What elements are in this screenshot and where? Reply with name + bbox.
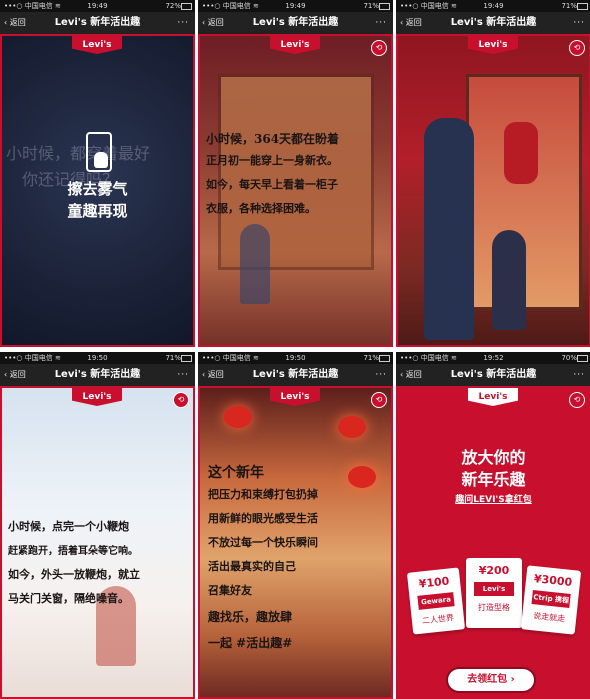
envelope-brand: Gewara	[417, 592, 455, 610]
page-title: Levi's 新年活出趣	[450, 369, 537, 380]
story-line: 赶紧跑开，捂着耳朵等它响。	[8, 546, 138, 557]
share-icon[interactable]: ⟲	[569, 40, 585, 56]
story-line: 小时候，点完一个小鞭炮	[8, 520, 129, 533]
page-title: Levi's 新年活出趣	[252, 17, 339, 28]
battery-percent: 71%	[363, 354, 379, 362]
envelope-desc: 打造型格	[478, 603, 510, 612]
fog-screen[interactable]: Levi's 小时候，都穿着最好 你还记得吗？ 擦去雾气 童趣再现	[0, 34, 195, 347]
share-icon[interactable]: ⟲	[371, 392, 387, 408]
page-title: Levi's 新年活出趣	[54, 369, 141, 380]
headline-line: 新年乐趣	[461, 470, 526, 489]
envelope-desc: 二人世界	[421, 613, 455, 626]
scene-shopfront[interactable]: Levi's ⟲ 小时候，364天都在盼着 正月初一能穿上一身新衣。 如今，每天…	[198, 34, 393, 347]
status-bar: •••○ 中国电信 ≋ 19:50 71%	[198, 352, 393, 364]
swipe-hand-icon	[86, 132, 112, 172]
status-bar: •••○ 中国电信 ≋ 19:50 71%	[0, 352, 195, 364]
page-title: Levi's 新年活出趣	[252, 369, 339, 380]
slogan-line: 活出最真实的自己	[208, 560, 296, 573]
battery-icon	[181, 355, 192, 362]
status-bar: •••○ 中国电信 ≋ 19:49 71%	[396, 0, 590, 12]
battery-icon	[379, 3, 390, 10]
nav-bar: ‹ 返回 Levi's 新年活出趣 ···	[0, 12, 195, 34]
more-menu-icon[interactable]: ···	[375, 12, 387, 34]
nav-bar: ‹ 返回 Levi's 新年活出趣 ···	[396, 364, 590, 386]
nav-bar: ‹ 返回 Levi's 新年活出趣 ···	[198, 12, 393, 34]
story-line: 如今，外头一放鞭炮，就立	[8, 568, 140, 581]
red-envelope-card[interactable]: ¥100 Gewara 二人世界	[406, 567, 466, 635]
headline-line: 放大你的	[461, 448, 526, 467]
faint-text-line: 小时候，都穿着最好	[6, 144, 151, 163]
phone-screen-6: •••○ 中国电信 ≋ 19:52 70% ‹ 返回 Levi's 新年活出趣 …	[396, 352, 590, 699]
envelope-desc: 说走就走	[532, 611, 566, 624]
share-icon[interactable]: ⟲	[371, 40, 387, 56]
nav-bar: ‹ 返回 Levi's 新年活出趣 ···	[198, 364, 393, 386]
status-bar: •••○ 中国电信 ≋ 19:52 70%	[396, 352, 590, 364]
more-menu-icon[interactable]: ···	[573, 364, 585, 386]
battery-icon	[577, 3, 588, 10]
story-line: 马关门关窗，隔绝噪音。	[8, 592, 129, 605]
story-line: 衣服，各种选择困难。	[206, 202, 316, 215]
battery-percent: 70%	[561, 354, 577, 362]
phone-screen-3: •••○ 中国电信 ≋ 19:49 71% ‹ 返回 Levi's 新年活出趣 …	[396, 0, 590, 347]
phone-screen-2: •••○ 中国电信 ≋ 19:49 71% ‹ 返回 Levi's 新年活出趣 …	[198, 0, 393, 347]
slogan-line: 不放过每一个快乐瞬间	[208, 536, 318, 549]
status-bar: •••○ 中国电信 ≋ 19:49 72%	[0, 0, 195, 12]
nav-bar: ‹ 返回 Levi's 新年活出趣 ···	[0, 364, 195, 386]
slogan-line: 召集好友	[208, 584, 252, 597]
envelope-amount: ¥3000	[533, 572, 573, 590]
envelope-brand: Ctrip 携程	[531, 590, 571, 608]
battery-percent: 71%	[165, 354, 181, 362]
story-line: 正月初一能穿上一身新衣。	[206, 154, 338, 167]
status-bar: •••○ 中国电信 ≋ 19:49 71%	[198, 0, 393, 12]
battery-icon	[577, 355, 588, 362]
claim-red-packet-button[interactable]: 去领红包 ›	[448, 669, 534, 691]
phone-screen-1: •••○ 中国电信 ≋ 19:49 72% ‹ 返回 Levi's 新年活出趣 …	[0, 0, 195, 347]
red-envelope-card[interactable]: ¥3000 Ctrip 携程 说走就走	[520, 565, 582, 635]
levis-logo: Levi's	[468, 388, 518, 406]
slogan-line: 把压力和束缚打包扔掉	[208, 488, 318, 501]
battery-percent: 71%	[363, 2, 379, 10]
instruction-line: 擦去雾气	[67, 180, 128, 198]
page-title: Levi's 新年活出趣	[54, 17, 141, 28]
more-menu-icon[interactable]: ···	[177, 364, 189, 386]
subheadline: 趣问LEVI'S拿红包	[455, 495, 532, 505]
red-packet-page: Levi's ⟲ 放大你的 新年乐趣 趣问LEVI'S拿红包 ¥100 Gewa…	[396, 386, 590, 699]
slogan-line: 趣找乐，趣放肆	[208, 610, 293, 624]
more-menu-icon[interactable]: ···	[573, 12, 585, 34]
share-icon[interactable]: ⟲	[173, 392, 189, 408]
more-menu-icon[interactable]: ···	[375, 364, 387, 386]
scene-illustration[interactable]: Levi's ⟲	[396, 34, 590, 347]
red-envelope-card[interactable]: ¥200 Levi's 打造型格	[466, 558, 522, 628]
nav-bar: ‹ 返回 Levi's 新年活出趣 ···	[396, 12, 590, 34]
slogan-line: 一起 #活出趣#	[208, 636, 293, 650]
red-border	[396, 34, 590, 347]
phone-screen-4: •••○ 中国电信 ≋ 19:50 71% ‹ 返回 Levi's 新年活出趣 …	[0, 352, 195, 699]
story-line: 如今，每天早上看着一柜子	[206, 178, 338, 191]
battery-percent: 72%	[165, 2, 181, 10]
screenshot-grid: •••○ 中国电信 ≋ 19:49 72% ‹ 返回 Levi's 新年活出趣 …	[0, 0, 590, 699]
story-line: 小时候，364天都在盼着	[206, 132, 340, 146]
more-menu-icon[interactable]: ···	[177, 12, 189, 34]
envelope-amount: ¥200	[478, 564, 510, 577]
slogan-line: 这个新年	[208, 465, 264, 481]
share-icon[interactable]: ⟲	[569, 392, 585, 408]
slogan-line: 用新鲜的眼光感受生活	[208, 512, 318, 525]
scene-snow[interactable]: Levi's ⟲ 小时候，点完一个小鞭炮 赶紧跑开，捂着耳朵等它响。 如今，外头…	[0, 386, 195, 699]
envelope-amount: ¥100	[418, 574, 450, 591]
phone-screen-5: •••○ 中国电信 ≋ 19:50 71% ‹ 返回 Levi's 新年活出趣 …	[198, 352, 393, 699]
battery-icon	[181, 3, 192, 10]
instruction-line: 童趣再现	[67, 202, 128, 220]
envelope-brand: Levi's	[474, 582, 514, 596]
battery-icon	[379, 355, 390, 362]
page-title: Levi's 新年活出趣	[450, 17, 537, 28]
scene-lanterns[interactable]: Levi's ⟲ 这个新年 把压力和束缚打包扔掉 用新鲜的眼光感受生活 不放过每…	[198, 386, 393, 699]
battery-percent: 71%	[561, 2, 577, 10]
